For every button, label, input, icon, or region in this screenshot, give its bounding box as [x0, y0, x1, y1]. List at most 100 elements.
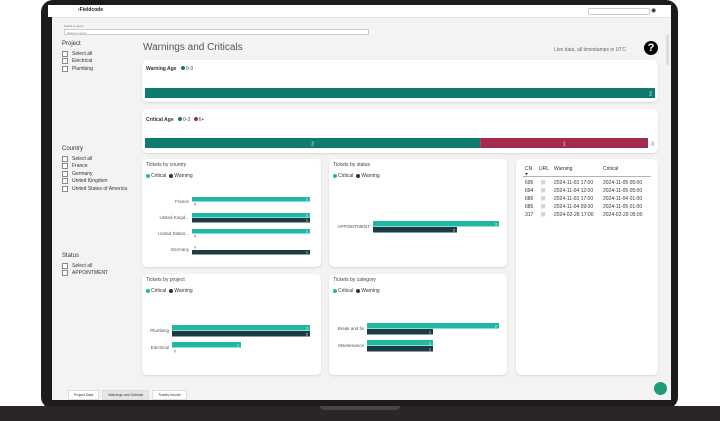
- tickets-by-country-chart: France 10United Kingd... 11United States..…: [158, 197, 310, 255]
- warning-bar[interactable]: [172, 331, 310, 337]
- critical-bar[interactable]: [172, 342, 241, 348]
- checkbox[interactable]: [62, 270, 68, 277]
- report-filter-label: Select a report: [64, 24, 84, 28]
- page-title: Warnings and Criticals: [143, 42, 243, 53]
- critical-bar[interactable]: [367, 340, 433, 346]
- slicer-item[interactable]: Select all: [62, 262, 108, 270]
- warning-bar[interactable]: [373, 227, 457, 233]
- table-row[interactable]: 694 ⛓ 2024-11-04 12:00 2024-11-05 05:00: [525, 188, 642, 194]
- cell-warning: 2024-11-04 09:00: [554, 204, 593, 210]
- tickets-table: CN URL Warning Critical 695 ⛓ 2024-11-03 1…: [523, 166, 651, 218]
- report-filter-dropdown[interactable]: Select a report: [64, 29, 369, 35]
- slicer-item[interactable]: France: [62, 163, 127, 171]
- checkbox[interactable]: [62, 155, 68, 162]
- project-slicer: Project Select all Electrical Plumbing: [62, 41, 93, 73]
- checkbox[interactable]: [62, 163, 68, 170]
- data-label: 0: [194, 235, 196, 239]
- slicer-item[interactable]: Select all: [62, 155, 127, 163]
- checkbox[interactable]: [62, 178, 68, 185]
- category-label: Break and fix: [338, 326, 365, 331]
- report-screen: ›Fieldcode ◉ Select a report Select a re…: [48, 5, 671, 400]
- table-row[interactable]: 685 ⛓ 2024-11-04 09:00 2024-11-05 01:00: [525, 204, 642, 210]
- slicer-item[interactable]: United States of America: [62, 185, 127, 193]
- fieldcode-chat-icon[interactable]: [654, 382, 667, 395]
- cell-warning: 2024-11-04 12:00: [554, 188, 593, 194]
- critical-bar[interactable]: [192, 197, 310, 202]
- tickets-by-project-card: Tickets by project Critical Warning Plum…: [142, 274, 321, 375]
- table-row[interactable]: 686 ⛓ 2024-11-03 17:00 2024-11-04 01:00: [525, 196, 642, 202]
- slicer-item-label: Select all: [72, 262, 93, 269]
- status-slicer-title: Status: [62, 253, 80, 259]
- sort-arrow-icon[interactable]: [525, 173, 528, 175]
- slicer-item[interactable]: United Kingdom: [62, 178, 127, 186]
- laptop-notch: [320, 406, 400, 410]
- scrollbar[interactable]: [666, 35, 669, 65]
- user-icon[interactable]: ◉: [651, 7, 656, 14]
- data-label: 1: [429, 342, 431, 346]
- slicer-item[interactable]: Electrical: [62, 58, 93, 66]
- table-header-critical[interactable]: Critical: [603, 166, 618, 172]
- tab-project-data[interactable]: Project Data: [68, 390, 100, 400]
- table-row[interactable]: 317 ⛓ 2024-02-28 17:00 2024-02-29 05:00: [525, 212, 643, 218]
- warning-bar[interactable]: [192, 218, 310, 223]
- table-header-warning[interactable]: Warning: [554, 166, 573, 172]
- slicer-item[interactable]: Germany: [62, 170, 127, 178]
- critical-bar[interactable]: [172, 325, 310, 331]
- slicer-item[interactable]: Select all: [62, 50, 93, 58]
- cell-cn: 686: [525, 196, 534, 202]
- checkbox[interactable]: [62, 65, 68, 72]
- tab-warnings-and-criticals[interactable]: Warnings and Criticals: [102, 390, 150, 400]
- top-bar: ›Fieldcode ◉: [48, 5, 671, 18]
- link-icon[interactable]: ⛓: [540, 188, 546, 193]
- report-filter[interactable]: Select a report Select a report: [64, 24, 369, 35]
- warning-age-value: 2: [649, 92, 652, 98]
- critical-bar[interactable]: [192, 213, 310, 218]
- critical-bar[interactable]: [367, 323, 499, 329]
- left-nav-strip[interactable]: [48, 17, 52, 400]
- checkbox[interactable]: [62, 185, 68, 192]
- help-icon[interactable]: ?: [644, 41, 658, 55]
- link-icon[interactable]: ⛓: [540, 212, 546, 217]
- warning-bar[interactable]: [367, 346, 433, 352]
- link-icon[interactable]: ⛓: [540, 180, 546, 185]
- cell-warning: 2024-11-03 17:00: [554, 180, 593, 186]
- warning-bar[interactable]: [367, 329, 433, 335]
- slicer-item-label: France: [72, 163, 88, 170]
- table-header-cn[interactable]: CN: [525, 166, 533, 172]
- cell-warning: 2024-02-28 17:00: [554, 212, 594, 218]
- checkbox[interactable]: [62, 58, 68, 65]
- data-label: 0: [194, 203, 196, 207]
- warning-bar[interactable]: [192, 250, 310, 255]
- search-input[interactable]: [588, 8, 650, 15]
- checkbox[interactable]: [62, 262, 68, 269]
- critical-age-card: Critical Age 0-3 6+ 2 1 3: [142, 109, 658, 153]
- link-icon[interactable]: ⛓: [540, 196, 546, 201]
- table-header-url[interactable]: URL: [539, 166, 549, 172]
- status-slicer: Status Select all APPOINTMENT: [62, 253, 108, 277]
- data-label: 1: [429, 331, 431, 335]
- category-label: Plumbing: [150, 328, 169, 333]
- link-icon[interactable]: ⛓: [540, 204, 546, 209]
- table-row[interactable]: 695 ⛓ 2024-11-03 17:00 2024-11-05 05:00: [525, 180, 642, 186]
- category-label: Maintenance: [338, 343, 364, 348]
- critical-bar[interactable]: [373, 221, 499, 227]
- critical-bar[interactable]: [192, 229, 310, 234]
- tickets-table-card: CN URL Warning Critical 695 ⛓ 2024-11-03 1…: [516, 159, 658, 375]
- slicer-item[interactable]: APPOINTMENT: [62, 270, 108, 278]
- slicer-item-label: United Kingdom: [72, 178, 108, 185]
- brand-name: Fieldcode: [79, 7, 104, 13]
- data-label: 2: [453, 229, 455, 233]
- data-label: 1: [237, 344, 239, 348]
- slicer-item[interactable]: Plumbing: [62, 65, 93, 73]
- warning-age-bar[interactable]: [145, 88, 655, 98]
- slicer-item-label: Select all: [72, 50, 93, 57]
- category-label: United States...: [158, 231, 189, 236]
- data-label: 0: [174, 350, 176, 354]
- live-data-note: Live data, all timestamps in UTC: [554, 47, 626, 53]
- critical-age-chart: 2 1 3: [145, 138, 654, 148]
- checkbox[interactable]: [62, 170, 68, 177]
- checkbox[interactable]: [62, 50, 68, 57]
- tab-tickets-insurer[interactable]: Tickets Insurer: [152, 390, 187, 400]
- data-label: 1: [306, 198, 308, 202]
- category-label: United Kingd...: [159, 215, 189, 220]
